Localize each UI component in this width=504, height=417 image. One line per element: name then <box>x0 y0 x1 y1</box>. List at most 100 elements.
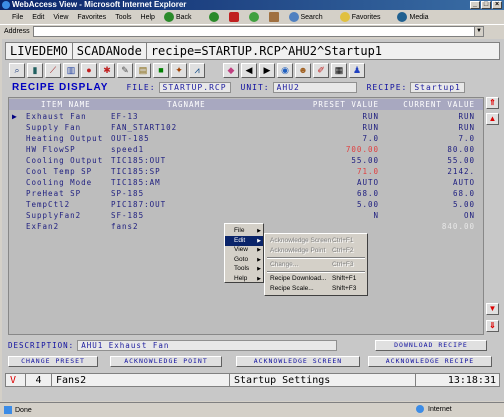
arrow-left-icon: ◀ <box>245 64 253 75</box>
acknowledge-screen-button[interactable]: ACKNOWLEDGE SCREEN <box>236 356 360 367</box>
tool-film[interactable]: ▦ <box>331 62 347 78</box>
tool-runner[interactable]: ✦ <box>171 62 187 78</box>
cell-tagname: speed1 <box>111 145 145 154</box>
tool-person[interactable]: ♟ <box>349 62 365 78</box>
tool-screen[interactable]: ■ <box>153 62 169 78</box>
menu-favorites[interactable]: Favorites <box>77 14 106 21</box>
tool-recipe[interactable]: ▤ <box>135 62 151 78</box>
tool-bar-chart[interactable]: ▥ <box>63 62 79 78</box>
menu-help[interactable]: Help <box>141 14 155 21</box>
acknowledge-point-button[interactable]: ACKNOWLEDGE POINT <box>110 356 222 367</box>
context-menu-item[interactable]: Goto ▶ <box>225 255 263 265</box>
media-icon <box>397 12 408 22</box>
cell-item-name: HW FlowSP <box>26 145 76 154</box>
cell-tagname: TIC185:AM <box>111 178 161 187</box>
stop-button[interactable] <box>228 12 241 22</box>
window-title: WebAccess View - Microsoft Internet Expl… <box>12 0 187 9</box>
cell-tagname: PIC187:OUT <box>111 200 167 209</box>
submenu-item-shortcut: Ctrl+F1 <box>332 237 354 244</box>
cell-tagname: TIC185:SP <box>111 167 161 176</box>
table-row[interactable]: ▶ Exhaust Fan EF-13 RUN RUN <box>9 111 483 122</box>
table-row[interactable]: Cooling Output TIC185:OUT 55.00 55.00 <box>9 155 483 166</box>
search-button[interactable]: Search <box>288 12 332 22</box>
scroll-up-button[interactable]: ▲ <box>486 113 499 125</box>
favorites-button[interactable]: Favorites <box>339 12 390 22</box>
context-menu-item[interactable]: Tools ▶ <box>225 264 263 274</box>
favorites-star-icon <box>339 12 350 22</box>
media-button[interactable]: Media <box>397 12 437 22</box>
table-row[interactable]: Supply Fan FAN_START102 RUN RUN <box>9 122 483 133</box>
scroll-down-button[interactable]: ▼ <box>486 303 499 315</box>
menu-edit[interactable]: Edit <box>32 14 44 21</box>
home-icon <box>268 12 279 22</box>
tool-alarm-ack[interactable]: ✱ <box>99 62 115 78</box>
tool-pencil[interactable]: ✐ <box>313 62 329 78</box>
minimize-button[interactable]: _ <box>470 1 480 9</box>
recipe-table: ITEM NAME TAGNAME PRESET VALUE CURRENT V… <box>8 97 484 335</box>
cell-item-name: Cooling Mode <box>26 178 93 187</box>
context-menu-item-label: Edit <box>234 236 246 244</box>
chevron-down-icon[interactable]: ▼ <box>474 27 483 36</box>
back-button[interactable]: Back <box>163 12 201 22</box>
maximize-button[interactable]: □ <box>481 1 491 9</box>
project-name: LIVEDEMO <box>10 44 68 58</box>
context-menu-item-label: Tools <box>234 265 250 272</box>
tool-search[interactable]: ⌕ <box>9 62 25 78</box>
internet-zone-icon <box>416 405 424 413</box>
description-value: AHU1 Exhaust Fan <box>77 340 338 351</box>
table-row[interactable]: Heating Output OUT-185 7.0 7.0 <box>9 133 483 144</box>
submenu-item: Change... Ctrl+F3 <box>265 260 367 270</box>
tool-back[interactable]: ◀ <box>241 62 257 78</box>
pencil-icon: ✐ <box>317 64 325 75</box>
tool-user[interactable]: ☻ <box>295 62 311 78</box>
acknowledge-recipe-button[interactable]: ACKNOWLEDGE RECIPE <box>368 356 492 367</box>
cell-current-value: 80.00 <box>447 145 475 154</box>
table-row[interactable]: TempCtl2 PIC187:OUT 5.00 5.00 <box>9 199 483 210</box>
recipe-icon: ▤ <box>138 64 148 75</box>
submenu-arrow-icon: ▶ <box>257 275 261 282</box>
table-row[interactable]: Cool Temp SP TIC185:SP 71.0 2142. <box>9 166 483 177</box>
submenu-item-shortcut: Shift+F1 <box>332 275 357 282</box>
context-menu-item[interactable]: Edit ▶ <box>225 235 263 246</box>
cell-item-name: ExFan2 <box>26 222 60 231</box>
file-value: STARTUP.RCP <box>158 81 231 93</box>
close-button[interactable]: × <box>492 1 502 9</box>
table-row[interactable]: HW FlowSP speed1 700.00 80.00 <box>9 144 483 155</box>
table-row[interactable]: SupplyFan2 SF-185 N ON <box>9 210 483 221</box>
tool-database[interactable]: ▮ <box>27 62 43 78</box>
context-menu-item[interactable]: View ▶ <box>225 245 263 255</box>
bar-chart-icon: ▥ <box>66 64 76 75</box>
tool-trend[interactable]: ⟋ <box>45 62 61 78</box>
scroll-top-button[interactable]: ⇑ <box>486 97 499 109</box>
download-recipe-button[interactable]: DOWNLOAD RECIPE <box>375 340 487 351</box>
cell-preset-value: N <box>373 211 379 220</box>
file-label: FILE: <box>126 82 156 92</box>
context-menu-item[interactable]: File ▶ <box>225 226 263 236</box>
tool-chart-line[interactable]: ⩘ <box>189 62 205 78</box>
forward-button[interactable] <box>208 12 221 22</box>
table-row[interactable]: PreHeat SP SP-185 68.0 68.0 <box>9 188 483 199</box>
change-preset-button[interactable]: CHANGE PRESET <box>8 356 98 367</box>
menu-file[interactable]: File <box>12 14 23 21</box>
tool-alarm[interactable]: ● <box>81 62 97 78</box>
refresh-button[interactable] <box>248 12 261 22</box>
column-header-tag: TAGNAME <box>167 100 206 109</box>
cell-current-value: 2142. <box>447 167 475 176</box>
tool-wrench[interactable]: ✎ <box>117 62 133 78</box>
table-row[interactable]: Cooling Mode TIC185:AM AUTO AUTO <box>9 177 483 188</box>
address-input[interactable]: ▼ <box>32 26 484 37</box>
menu-tools[interactable]: Tools <box>115 14 131 21</box>
cell-current-value: RUN <box>458 123 475 132</box>
scroll-bottom-button[interactable]: ⇓ <box>486 320 499 332</box>
tool-globe[interactable]: ◉ <box>277 62 293 78</box>
context-menu-item[interactable]: Help ▶ <box>225 274 263 284</box>
submenu-item[interactable]: Recipe Download... Shift+F1 <box>265 274 367 284</box>
cell-current-value: 5.00 <box>452 200 475 209</box>
tool-color[interactable]: ◆ <box>223 62 239 78</box>
menu-view[interactable]: View <box>53 14 68 21</box>
submenu-item[interactable]: Recipe Scale... Shift+F3 <box>265 284 367 294</box>
tool-forward[interactable]: ▶ <box>259 62 275 78</box>
home-button[interactable] <box>268 12 281 22</box>
cell-current-value: 55.00 <box>447 156 475 165</box>
alarm-bell-icon: ● <box>86 65 92 75</box>
